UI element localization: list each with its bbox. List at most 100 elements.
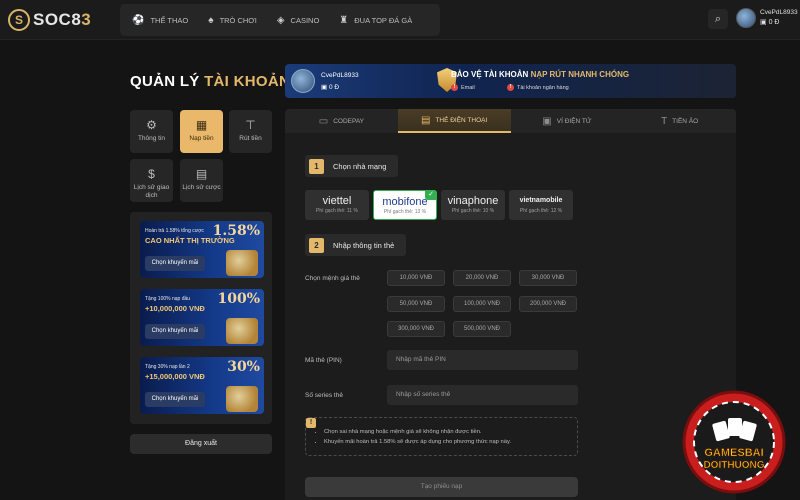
warning-icon: !: [507, 84, 514, 91]
step-number: 1: [309, 158, 324, 174]
search-button[interactable]: ⌕: [708, 9, 728, 29]
user-settings-icon: ⚙: [146, 118, 157, 132]
promo-subtitle: Tặng 100% nạp đầu: [145, 296, 191, 302]
promo-headline: +15,000,000 VNĐ: [145, 372, 205, 381]
nav-label: ĐUA TOP ĐÁ GÀ: [354, 15, 413, 25]
logo-emblem-icon: S: [8, 9, 30, 31]
page-title: QUẢN LÝ TÀI KHOẢN: [130, 73, 291, 90]
denomination-option[interactable]: 10,000 VNĐ: [387, 270, 445, 286]
step-2-header: 2 Nhập thông tin thẻ: [305, 234, 407, 256]
check-icon: ✓: [425, 190, 437, 200]
codepay-icon: ▭: [318, 115, 329, 127]
watermark-text-1: GAMESBAI: [704, 447, 763, 459]
carrier-logo: vietnamobile: [519, 197, 563, 204]
username: CvePdL8933: [321, 72, 359, 79]
carrier-logo: vinaphone: [447, 195, 499, 207]
carrier-fee: Phí gạch thẻ: 10 %: [451, 208, 495, 214]
info-icon: !: [306, 418, 316, 428]
nav-label: CASINO: [290, 15, 320, 25]
verify-bank-link[interactable]: ! Tài khoản ngân hàng: [507, 84, 569, 91]
menu-tile-bet-history[interactable]: ▤ Lịch sử cược: [180, 159, 223, 202]
carrier-vinaphone[interactable]: vinaphone Phí gạch thẻ: 10 %: [441, 190, 505, 220]
note-item: Chọn sai nhà mạng hoặc mệnh giá sẽ không…: [324, 428, 511, 438]
watermark-logo: GAMESBAI DOITHUONG: [682, 390, 786, 494]
carrier-fee: Phí gạch thẻ: 13 %: [383, 209, 427, 215]
gold-crown-image: [226, 386, 258, 412]
gold-coins-image: [226, 250, 258, 276]
nav-item-cockfight[interactable]: ♜ ĐUA TOP ĐÁ GÀ: [339, 15, 412, 26]
pin-input[interactable]: [387, 350, 578, 370]
carrier-viettel[interactable]: viettel Phí gạch thẻ: 11 %: [305, 190, 369, 220]
pin-label: Mã thẻ (PIN): [305, 357, 342, 364]
soccer-ball-icon: ⚽: [132, 14, 145, 26]
avatar: [736, 8, 756, 28]
carrier-mobifone[interactable]: ✓ mobifone Phí gạch thẻ: 13 %: [373, 190, 437, 220]
promo-card-first-deposit[interactable]: 100% Tặng 100% nạp đầu +10,000,000 VNĐ C…: [140, 289, 264, 346]
tab-e-wallet[interactable]: ▣ VÍ ĐIỆN TỬ: [511, 109, 624, 133]
slot-machine-icon: ♠: [208, 14, 214, 26]
promo-percent: 30%: [227, 359, 260, 375]
avatar: [291, 69, 315, 93]
serial-input[interactable]: [387, 385, 578, 405]
promo-headline: CAO NHẤT THỊ TRƯỜNG: [145, 236, 235, 245]
balance: 0 Đ: [328, 84, 340, 91]
choose-promo-button[interactable]: Chọn khuyến mãi: [145, 392, 205, 407]
nav-item-sports[interactable]: ⚽ THỂ THAO: [132, 15, 188, 26]
carrier-fee: Phí gạch thẻ: 12 %: [519, 208, 563, 214]
denomination-option[interactable]: 50,000 VNĐ: [387, 296, 445, 312]
denomination-label: Chọn mệnh giá thẻ: [305, 275, 360, 282]
tab-crypto[interactable]: T TIỀN ẢO: [623, 109, 736, 133]
wallet-icon: ▣: [760, 19, 769, 26]
denomination-option[interactable]: 500,000 VNĐ: [453, 321, 511, 337]
promo-percent: 100%: [217, 291, 260, 307]
choose-promo-button[interactable]: Chọn khuyến mãi: [145, 324, 205, 339]
watermark-text-2: DOITHUONG: [703, 460, 764, 471]
choose-promo-button[interactable]: Chọn khuyến mãi: [145, 256, 205, 271]
step-label: Chọn nhà mạng: [333, 161, 387, 171]
rooster-icon: ♜: [339, 14, 349, 26]
note-item: Khuyến mãi hoàn trả 1.58% sẽ được áp dụn…: [324, 438, 511, 448]
denomination-option[interactable]: 200,000 VNĐ: [519, 296, 577, 312]
account-banner: CvePdL8933 ▣ 0 Đ BẢO VỆ TÀI KHOẢN NẠP RÚ…: [285, 64, 736, 98]
step-number: 2: [309, 237, 324, 253]
denomination-option[interactable]: 300,000 VNĐ: [387, 321, 445, 337]
denomination-option[interactable]: 100,000 VNĐ: [453, 296, 511, 312]
denomination-option[interactable]: 30,000 VNĐ: [519, 270, 577, 286]
withdraw-icon: ⊤: [245, 118, 256, 132]
tab-codepay[interactable]: ▭ CODEPAY: [285, 109, 398, 133]
site-logo[interactable]: S SOC83: [8, 9, 91, 31]
promo-card-cashback[interactable]: 1.58% Hoàn trả 1.58% tổng cược CAO NHẤT …: [140, 221, 264, 278]
step-label: Nhập thông tin thẻ: [333, 240, 395, 250]
menu-tile-withdraw[interactable]: ⊤ Rút tiền: [229, 110, 272, 153]
logout-button[interactable]: Đăng xuất: [130, 434, 272, 454]
nav-item-casino[interactable]: ◈ CASINO: [277, 15, 319, 26]
casino-chips-icon: ◈: [276, 14, 285, 26]
create-deposit-button[interactable]: Tạo phiếu nạp: [305, 477, 578, 497]
deposit-icon: ▦: [195, 118, 208, 132]
carrier-vietnamobile[interactable]: vietnamobile Phí gạch thẻ: 12 %: [509, 190, 573, 220]
tab-phone-card[interactable]: ▤ THẺ ĐIỆN THOẠI: [397, 109, 511, 133]
promo-card-second-deposit[interactable]: 30% Tặng 30% nạp lần 2 +15,000,000 VNĐ C…: [140, 357, 264, 414]
verify-email-link[interactable]: ! Email: [451, 84, 475, 91]
logo-text-accent: 3: [81, 10, 92, 29]
menu-tile-profile[interactable]: ⚙ Thông tin: [130, 110, 173, 153]
nav-label: THỂ THAO: [150, 15, 189, 25]
nav-label: TRÒ CHƠI: [219, 15, 257, 25]
e-wallet-icon: ▣: [542, 115, 552, 127]
promo-subtitle: Hoàn trả 1.58% tổng cược: [145, 228, 204, 234]
logo-text: SOC8: [33, 10, 82, 29]
nav-item-games[interactable]: ♠ TRÒ CHƠI: [208, 15, 257, 26]
menu-tile-deposit[interactable]: ▦ Nạp tiền: [180, 110, 223, 153]
user-menu[interactable]: CvePdL8933 ▣ 0 Đ: [736, 8, 798, 28]
top-navbar: S SOC83 ⚽ THỂ THAO ♠ TRÒ CHƠI ◈ CASINO ♜ ĐUA…: [0, 0, 800, 40]
serial-label: Số series thẻ: [305, 392, 343, 399]
carrier-logo: viettel: [322, 195, 352, 207]
promo-headline: +10,000,000 VNĐ: [145, 304, 205, 313]
username: CvePdL8933: [760, 9, 798, 16]
wallet-icon: ▣: [321, 84, 329, 91]
security-title: BẢO VỆ TÀI KHOẢN NẠP RÚT NHANH CHÓNG: [451, 70, 630, 79]
phone-card-icon: ▤: [420, 114, 431, 126]
denomination-option[interactable]: 20,000 VNĐ: [453, 270, 511, 286]
balance: 0 Đ: [768, 19, 780, 26]
menu-tile-transaction-history[interactable]: $ Lịch sử giao dịch: [130, 159, 173, 202]
